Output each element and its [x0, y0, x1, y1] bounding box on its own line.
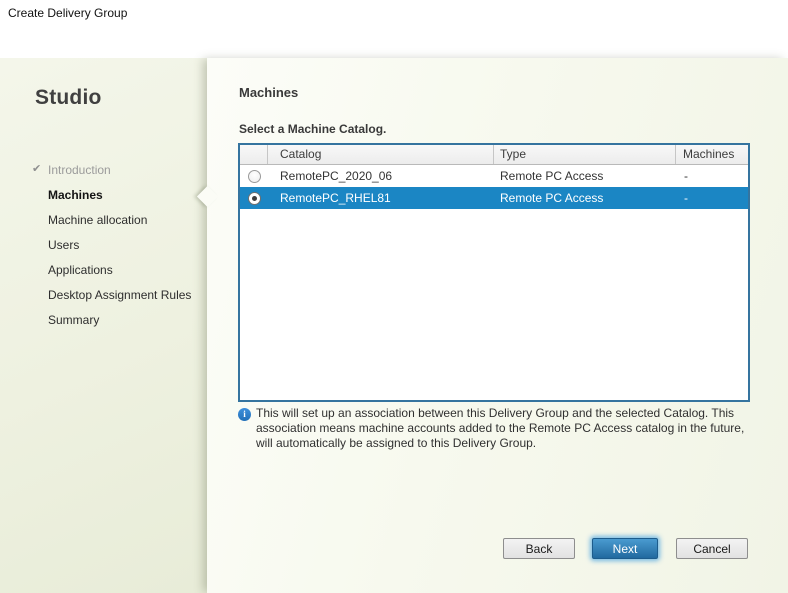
step-applications: Applications: [48, 263, 113, 277]
catalog-cell: RemotePC_RHEL81: [280, 191, 391, 205]
table-row-remotepc-2020-06[interactable]: RemotePC_2020_06 Remote PC Access -: [240, 165, 748, 187]
catalog-cell: RemotePC_2020_06: [280, 169, 393, 183]
radio-cell: [240, 169, 268, 183]
radio-selected-icon[interactable]: [247, 191, 261, 205]
column-header-type[interactable]: Type: [494, 145, 676, 164]
table-header-row: Catalog Type Machines: [240, 145, 748, 165]
info-icon-glyph: i: [243, 409, 246, 419]
type-cell: Remote PC Access: [500, 169, 604, 183]
back-button[interactable]: Back: [503, 538, 575, 559]
select-catalog-label: Select a Machine Catalog.: [239, 122, 387, 136]
step-label: Applications: [48, 263, 113, 277]
step-label: Desktop Assignment Rules: [48, 288, 192, 302]
window-title: Create Delivery Group: [8, 6, 128, 20]
step-desktop-assignment-rules: Desktop Assignment Rules: [48, 288, 191, 302]
info-note-line: This will set up an association between …: [256, 406, 735, 420]
studio-logo: Studio: [35, 86, 102, 109]
checkmark-icon: ✔: [32, 163, 42, 175]
step-machine-allocation: Machine allocation: [48, 213, 147, 227]
radio-cell: [240, 191, 268, 205]
column-header-machines[interactable]: Machines: [676, 145, 748, 164]
machine-catalog-table: Catalog Type Machines RemotePC_2020_06 R…: [238, 143, 750, 402]
window-titlebar: Create Delivery Group: [0, 0, 788, 58]
machines-cell: -: [684, 191, 688, 205]
step-machines[interactable]: Machines: [48, 188, 103, 202]
step-label: Summary: [48, 313, 100, 327]
step-users: Users: [48, 238, 79, 252]
step-summary: Summary: [48, 313, 99, 327]
table-row-remotepc-rhel81[interactable]: RemotePC_RHEL81 Remote PC Access -: [240, 187, 748, 209]
wizard-sidebar: Studio ✔ Introduction Machines Machine a…: [0, 58, 207, 593]
radio-unselected-icon[interactable]: [247, 169, 261, 183]
step-label: Users: [48, 238, 80, 252]
step-label: Machine allocation: [48, 213, 148, 227]
info-note-line: will automatically be assigned to this D…: [256, 436, 537, 450]
step-introduction[interactable]: ✔ Introduction: [32, 163, 111, 177]
machines-cell: -: [684, 169, 688, 183]
step-label: Machines: [48, 188, 103, 202]
step-label: Introduction: [48, 163, 111, 177]
column-header-catalog[interactable]: Catalog: [268, 145, 494, 164]
info-note: This will set up an association between …: [256, 406, 756, 451]
wizard-content-panel: Machines Select a Machine Catalog. Catal…: [196, 58, 788, 593]
page-title: Machines: [239, 85, 299, 100]
next-button[interactable]: Next: [592, 538, 658, 559]
type-cell: Remote PC Access: [500, 191, 604, 205]
info-note-line: association means machine accounts added…: [256, 421, 745, 435]
column-header-select: [240, 145, 268, 164]
info-icon: i: [238, 408, 251, 421]
create-delivery-group-dialog: Studio ✔ Introduction Machines Machine a…: [0, 58, 788, 593]
cancel-button[interactable]: Cancel: [676, 538, 748, 559]
